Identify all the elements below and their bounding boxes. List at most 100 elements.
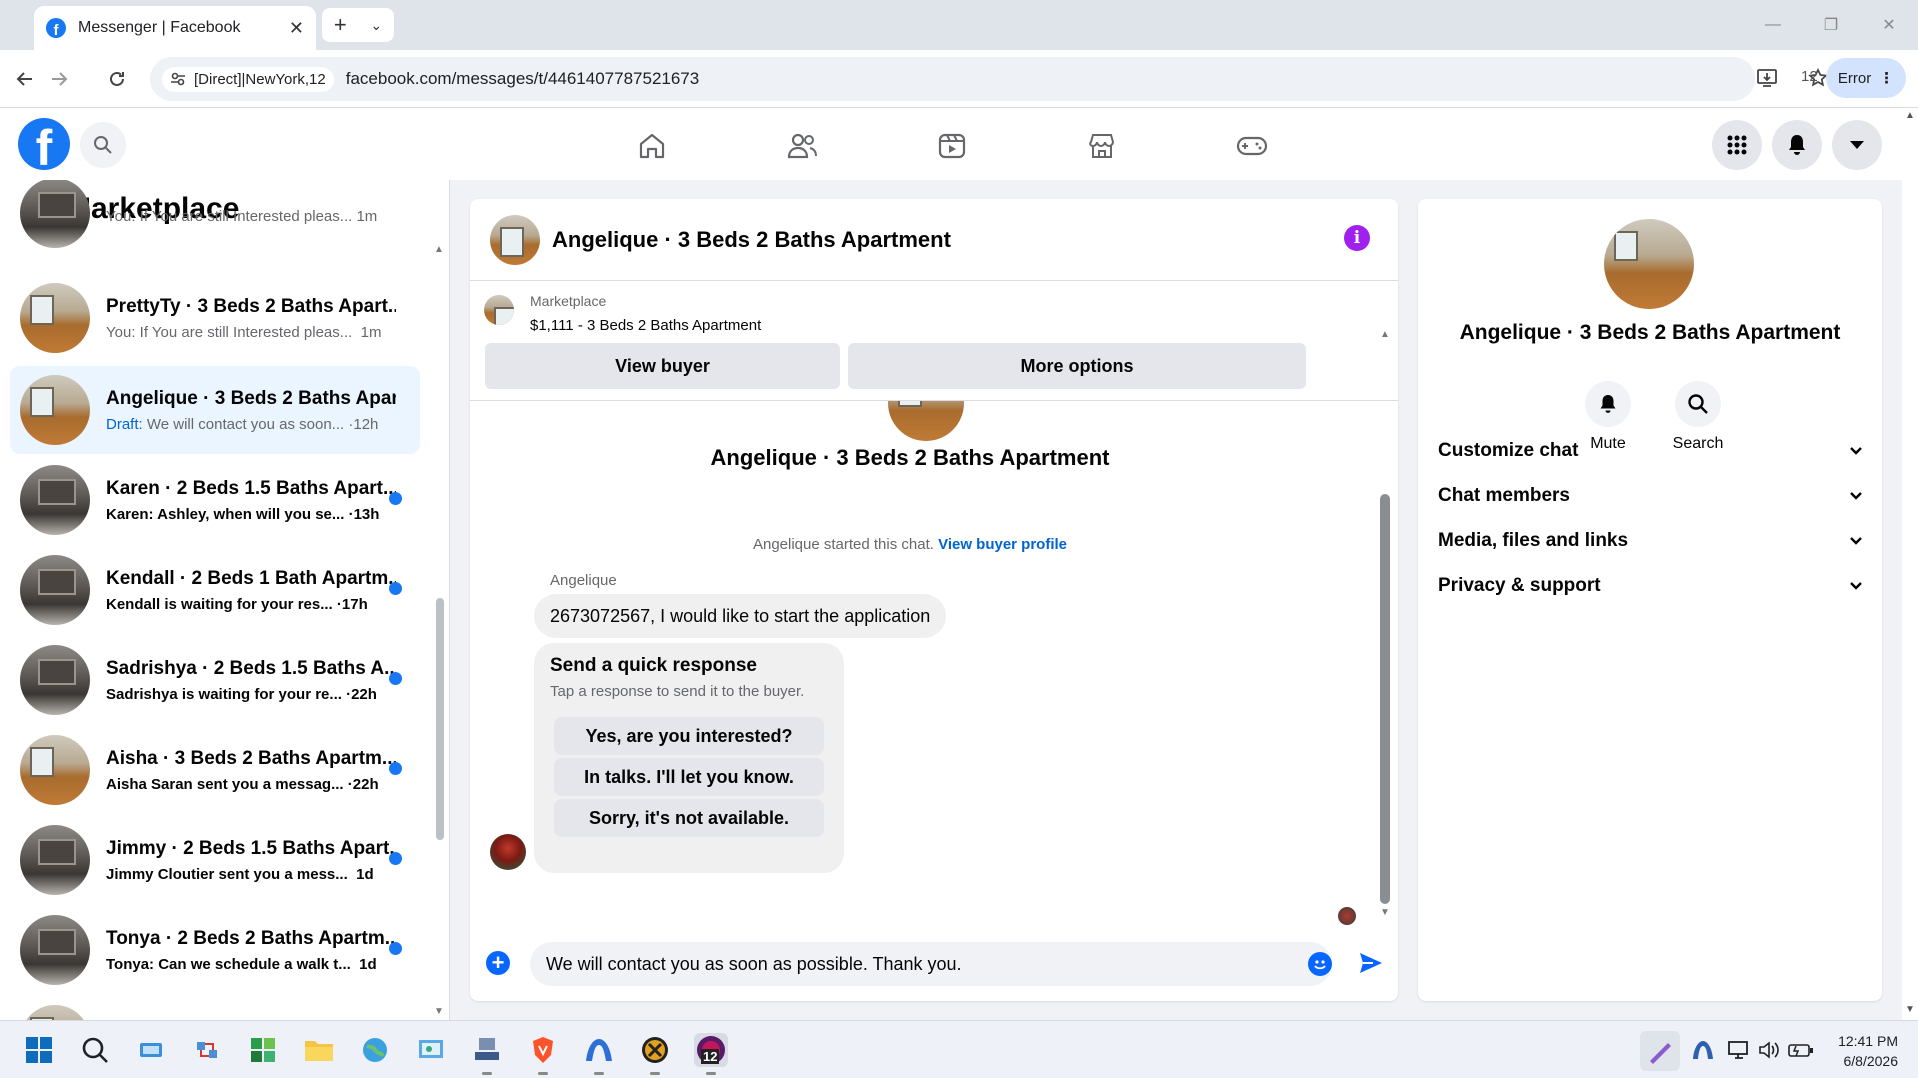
quick-response-subtitle: Tap a response to send it to the buyer. [550, 683, 805, 700]
install-app-icon[interactable] [1756, 68, 1778, 88]
avatar[interactable] [1604, 219, 1694, 309]
message-thread: Angelique · 3 Beds 2 Baths Apartment Ang… [470, 401, 1398, 931]
page-scrollbar[interactable]: ▲ ▼ [1902, 108, 1918, 1020]
volume-icon[interactable] [1752, 1033, 1786, 1067]
chat-title[interactable]: Angelique · 3 Beds 2 Baths Apartment [552, 227, 951, 253]
chat-members-section[interactable]: Chat members [1438, 474, 1862, 518]
thread-contact-name: Angelique · 3 Beds 2 Baths Apartment [710, 445, 1110, 470]
quick-response-card: Send a quick response Tap a response to … [534, 643, 844, 873]
restore-icon[interactable]: ❐ [1802, 0, 1860, 50]
conversation-item[interactable] [10, 996, 420, 1020]
gaming-icon[interactable] [1232, 126, 1272, 166]
thread-scrollbar[interactable] [1380, 494, 1390, 904]
close-window-icon[interactable]: ✕ [1860, 0, 1918, 50]
unread-dot [389, 491, 402, 505]
page-scroll-up-icon[interactable]: ▲ [1905, 110, 1915, 121]
avatar [20, 915, 90, 985]
search-icon[interactable] [80, 122, 126, 168]
conversation-item[interactable]: You: If You are still Interested pleas..… [10, 180, 420, 257]
conversation-item[interactable]: Sadrishya · 2 Beds 1.5 Baths A... Sadris… [10, 636, 420, 724]
notifications-bell-icon[interactable] [1772, 120, 1822, 170]
network-manager-icon[interactable] [470, 1033, 504, 1075]
add-attachment-icon[interactable]: + [486, 951, 510, 975]
friends-icon[interactable] [782, 126, 822, 166]
menu-grid-icon[interactable] [1712, 120, 1762, 170]
view-buyer-profile-link[interactable]: View buyer profile [938, 536, 1067, 553]
scroll-down-icon[interactable]: ▼ [434, 1006, 444, 1017]
avatar [20, 555, 90, 625]
view-buyer-button[interactable]: View buyer [485, 343, 840, 389]
send-icon[interactable] [1358, 951, 1384, 975]
app-grid-icon[interactable] [246, 1033, 280, 1067]
chat-header: Angelique · 3 Beds 2 Baths Apartment i [470, 199, 1398, 281]
display-network-icon[interactable] [1722, 1033, 1756, 1067]
conversation-preview: Jimmy Cloutier sent you a mess... 1d [106, 865, 374, 883]
menu-kebab-icon[interactable]: ⋮ [1879, 69, 1894, 87]
thread-scroll-down-icon[interactable]: ▼ [1380, 907, 1390, 918]
ix-browser-icon[interactable] [638, 1033, 672, 1075]
minimize-icon[interactable]: — [1744, 0, 1802, 50]
home-icon[interactable] [632, 126, 672, 166]
conversation-item[interactable]: PrettyTy · 3 Beds 2 Baths Apart... You: … [10, 274, 420, 362]
conversation-item[interactable]: Tonya · 2 Beds 2 Baths Apartm... Tonya: … [10, 906, 420, 994]
conversation-item[interactable]: Aisha · 3 Beds 2 Baths Apartm... Aisha S… [10, 726, 420, 814]
tab-list-icon[interactable]: ⌄ [370, 17, 382, 34]
scroll-up-icon[interactable]: ▲ [434, 244, 444, 255]
incoming-message[interactable]: 2673072567, I would like to start the ap… [534, 594, 947, 638]
sidebar-scrollbar[interactable] [436, 598, 444, 840]
site-info-chip[interactable]: [Direct]|NewYork,12 [162, 66, 334, 92]
message-input[interactable]: We will contact you as soon as possible.… [530, 942, 1332, 986]
media-files-links-section[interactable]: Media, files and links [1438, 519, 1862, 563]
brave-browser-icon[interactable] [526, 1033, 560, 1075]
close-tab-icon[interactable]: ✕ [289, 18, 304, 39]
conversation-item[interactable]: Karen · 2 Beds 1.5 Baths Apart... Karen:… [10, 456, 420, 544]
system-clock[interactable]: 12:41 PM 6/8/2026 [1838, 1031, 1898, 1071]
globe-app-icon[interactable] [358, 1033, 392, 1067]
quick-reply-button[interactable]: In talks. I'll let you know. [554, 758, 824, 796]
battery-icon[interactable] [1784, 1033, 1818, 1067]
control-panel-icon[interactable] [414, 1033, 448, 1067]
marketplace-icon[interactable] [1082, 126, 1122, 166]
extension-count[interactable]: 12 [1801, 68, 1818, 85]
video-icon[interactable] [932, 126, 972, 166]
file-explorer-icon[interactable] [302, 1033, 336, 1067]
address-bar[interactable]: [Direct]|NewYork,12 facebook.com/message… [150, 57, 1755, 101]
vpn-tray-icon[interactable] [1686, 1033, 1720, 1067]
pen-menu-icon[interactable] [1640, 1031, 1680, 1071]
task-view-icon[interactable] [134, 1033, 168, 1067]
quick-reply-button[interactable]: Yes, are you interested? [554, 717, 824, 755]
customize-chat-section[interactable]: Customize chat [1438, 429, 1862, 473]
conversation-item-active[interactable]: Angelique · 3 Beds 2 Baths Apar... Draft… [10, 366, 420, 454]
more-options-button[interactable]: More options [848, 343, 1306, 389]
chat-panel: Angelique · 3 Beds 2 Baths Apartment i M… [470, 199, 1398, 1001]
info-icon[interactable]: i [1344, 225, 1370, 251]
forward-icon[interactable] [42, 62, 76, 96]
profile-error-button[interactable]: Error ⋮ [1826, 58, 1906, 98]
privacy-support-section[interactable]: Privacy & support [1438, 564, 1862, 608]
windows-start-icon[interactable] [22, 1033, 56, 1067]
arc-app-icon[interactable] [582, 1033, 616, 1075]
reload-icon[interactable] [100, 62, 134, 96]
conversation-item[interactable]: Jimmy · 2 Beds 1.5 Baths Apart... Jimmy … [10, 816, 420, 904]
account-dropdown-icon[interactable] [1832, 120, 1882, 170]
browser-tab[interactable]: f Messenger | Facebook ✕ [34, 6, 316, 50]
conversation-name: Aisha · 3 Beds 2 Baths Apartm... [106, 747, 396, 769]
avatar[interactable] [490, 214, 540, 265]
chat-details-panel: Angelique · 3 Beds 2 Baths Apartment Mut… [1418, 199, 1882, 1001]
thread-scroll-up-icon[interactable]: ▲ [1380, 329, 1390, 340]
network-tool-icon[interactable] [190, 1033, 224, 1067]
page-scroll-down-icon[interactable]: ▼ [1905, 1004, 1915, 1015]
back-icon[interactable] [8, 62, 42, 96]
taskbar-search-icon[interactable] [78, 1033, 112, 1067]
quick-reply-button[interactable]: Sorry, it's not available. [554, 799, 824, 837]
emoji-icon[interactable] [1308, 952, 1332, 976]
facebook-logo-icon[interactable]: f [18, 118, 70, 170]
conversation-name: Angelique · 3 Beds 2 Baths Apar... [106, 387, 396, 409]
conversation-item[interactable]: Kendall · 2 Beds 1 Bath Apartm... Kendal… [10, 546, 420, 634]
chrome-profile-icon[interactable]: 12 [694, 1033, 728, 1075]
conversation-preview: Tonya: Can we schedule a walk t... 1d [106, 955, 377, 973]
listing-title[interactable]: $1,111 - 3 Beds 2 Baths Apartment [530, 317, 761, 334]
new-tab-icon[interactable]: + [334, 12, 347, 38]
tab-title: Messenger | Facebook [78, 19, 241, 36]
conversation-preview: Karen: Ashley, when will you se... · 13h [106, 505, 380, 523]
